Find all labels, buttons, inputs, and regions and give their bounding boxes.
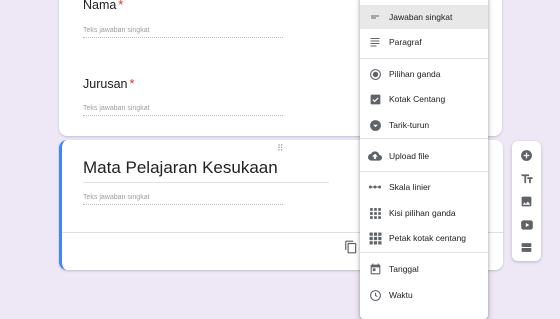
menu-item-linear-scale[interactable]: Skala linier: [360, 175, 488, 199]
menu-item-multiple-choice[interactable]: Pilihan ganda: [360, 62, 488, 86]
short-text-icon: [368, 10, 382, 24]
question-title-input[interactable]: Mata Pelajaran Kesukaan: [83, 158, 329, 183]
add-image-icon[interactable]: [519, 194, 534, 209]
checkbox-icon: [368, 92, 382, 106]
short-answer-placeholder: Teks jawaban singkat: [83, 194, 283, 205]
menu-item-label: Tarik-turun: [389, 120, 430, 130]
grid-icon: [368, 206, 382, 220]
cloud-upload-icon: [368, 149, 382, 163]
drag-handle-icon[interactable]: ⠿: [277, 143, 285, 154]
question-type-menu: Jawaban singkat Paragraf Pilihan ganda K…: [360, 0, 488, 319]
paragraph-icon: [368, 35, 382, 49]
required-mark: *: [118, 0, 124, 12]
question-nama[interactable]: Nama *: [83, 0, 123, 12]
menu-item-checkboxes[interactable]: Kotak Centang: [360, 87, 488, 111]
add-video-icon[interactable]: [519, 217, 534, 232]
add-section-icon[interactable]: [519, 240, 534, 255]
add-question-icon[interactable]: [519, 148, 534, 163]
menu-item-label: Pilihan ganda: [389, 69, 441, 79]
menu-divider: [360, 58, 488, 59]
question-jurusan[interactable]: Jurusan *: [83, 77, 134, 91]
menu-item-label: Jawaban singkat: [389, 12, 453, 22]
menu-divider: [360, 171, 488, 172]
clock-icon: [368, 288, 382, 302]
calendar-icon: [368, 262, 382, 276]
menu-item-multiple-choice-grid[interactable]: Kisi pilihan ganda: [360, 201, 488, 225]
menu-item-time[interactable]: Waktu: [360, 283, 488, 307]
menu-item-checkbox-grid[interactable]: Petak kotak centang: [360, 226, 488, 250]
menu-item-label: Kotak Centang: [389, 94, 446, 104]
menu-item-label: Upload file: [389, 151, 430, 161]
checkbox-grid-icon: [368, 231, 382, 245]
duplicate-icon[interactable]: [344, 240, 358, 254]
question-label: Jurusan: [83, 77, 128, 91]
menu-item-paragraph[interactable]: Paragraf: [360, 30, 488, 54]
short-answer-placeholder: Teks jawaban singkat: [83, 105, 283, 116]
side-toolbar: [512, 141, 541, 261]
radio-icon: [368, 67, 382, 81]
add-title-icon[interactable]: [519, 171, 534, 186]
menu-item-label: Skala linier: [389, 182, 431, 192]
menu-item-dropdown[interactable]: Tarik-turun: [360, 113, 488, 137]
menu-item-date[interactable]: Tanggal: [360, 257, 488, 281]
short-answer-placeholder: Teks jawaban singkat: [83, 27, 283, 38]
menu-item-label: Petak kotak centang: [389, 233, 467, 243]
question-label: Nama: [83, 0, 117, 12]
menu-item-label: Tanggal: [389, 264, 419, 274]
menu-item-label: Paragraf: [389, 37, 422, 47]
menu-item-label: Kisi pilihan ganda: [389, 208, 456, 218]
dropdown-icon: [368, 118, 382, 132]
menu-divider: [360, 138, 488, 139]
menu-item-short-answer[interactable]: Jawaban singkat: [360, 5, 488, 29]
required-mark: *: [129, 77, 135, 91]
menu-divider: [360, 252, 488, 253]
menu-item-label: Waktu: [389, 290, 413, 300]
linear-scale-icon: [368, 180, 382, 194]
menu-item-file-upload[interactable]: Upload file: [360, 144, 488, 168]
